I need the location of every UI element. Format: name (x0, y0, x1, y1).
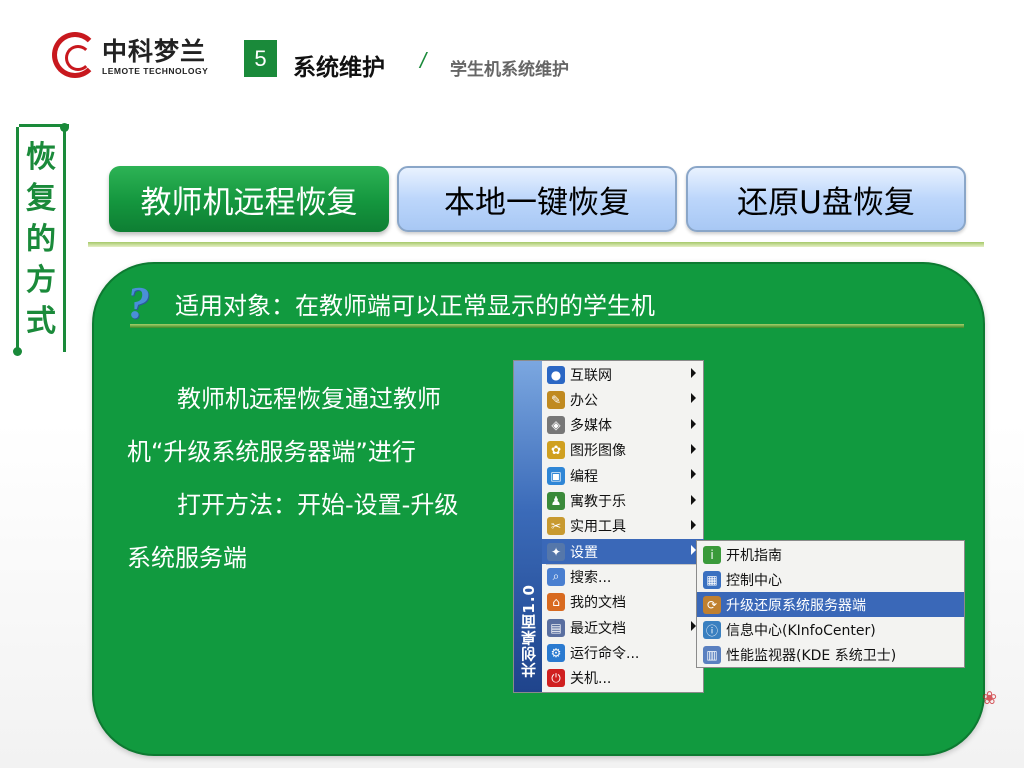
side-section-label: 恢复的方式 (13, 123, 69, 356)
submenu-arrow-icon (691, 469, 696, 480)
settings-submenu-item[interactable]: i 开机指南 (697, 542, 964, 567)
submenu-arrow-icon (691, 519, 696, 530)
submenu-arrow-icon (691, 494, 696, 505)
start-menu-item-label: 图形图像 (570, 443, 626, 460)
start-menu-item-label: 设置 (570, 544, 598, 561)
start-menu-item-label: 最近文档 (570, 620, 626, 637)
multimedia-icon: ◈ (547, 416, 565, 435)
start-menu-item-label: 编程 (570, 468, 598, 485)
settings-submenu-item-label: 信息中心(KInfoCenter) (726, 623, 876, 640)
start-menu-item[interactable]: ▣ 编程 (542, 463, 704, 488)
start-menu-item[interactable]: ⏻ 关机... (542, 666, 704, 691)
start-menu-item[interactable]: ⌂ 我的文档 (542, 590, 704, 615)
subject-underline (130, 324, 964, 328)
info-center-icon: ⓘ (703, 621, 721, 640)
tab-usb-restore-recovery[interactable]: 还原U盘恢复 (686, 166, 966, 232)
breadcrumb-subtitle: 学生机系统维护 (450, 60, 569, 80)
side-label-char: 方 (26, 263, 56, 298)
performance-monitor-icon: ▥ (703, 646, 721, 665)
start-menu-item[interactable]: ⌕ 搜索... (542, 564, 704, 589)
wrench-icon: ✦ (547, 542, 565, 561)
tab-label: 本地一键恢复 (444, 184, 630, 221)
documents-icon: ▤ (547, 618, 565, 637)
description-text: 教师机远程恢复通过教师机“升级系统服务器端”进行 打开方法：开始-设置-升级系统… (127, 373, 472, 585)
tab-teacher-remote-recovery[interactable]: 教师机远程恢复 (109, 166, 389, 232)
settings-submenu-item[interactable]: ⟳ 升级还原系统服务器端 (697, 592, 964, 618)
settings-submenu-item[interactable]: ⓘ 信息中心(KInfoCenter) (697, 618, 964, 643)
programming-icon: ▣ (547, 466, 565, 485)
submenu-arrow-icon (691, 393, 696, 404)
settings-submenu-item[interactable]: ▥ 性能监视器(KDE 系统卫士) (697, 643, 964, 668)
run-icon: ⚙ (547, 643, 565, 662)
submenu-arrow-icon (691, 418, 696, 429)
home-icon: ⌂ (547, 593, 565, 612)
office-icon: ✎ (547, 390, 565, 409)
start-menu-item-label: 运行命令... (570, 645, 640, 662)
side-label-text: 恢复的方式 (19, 137, 63, 342)
start-menu-item[interactable]: ● 互联网 (542, 362, 704, 387)
chapter-title: 系统维护 (293, 55, 385, 81)
graphics-icon: ✿ (547, 441, 565, 460)
question-mark-icon: ? (127, 277, 150, 328)
tab-label: 还原U盘恢复 (737, 184, 915, 221)
start-menu-item[interactable]: ♟ 寓教于乐 (542, 489, 704, 514)
settings-submenu-item-label: 开机指南 (726, 547, 782, 564)
power-icon: ⏻ (547, 669, 565, 688)
paragraph-open-method: 打开方法：开始-设置-升级系统服务端 (127, 479, 472, 585)
logo-english-name: LEMOTE TECHNOLOGY (102, 66, 209, 76)
start-menu-item[interactable]: ▤ 最近文档 (542, 615, 704, 640)
control-center-icon: ▦ (703, 570, 721, 589)
breadcrumb-separator: / (420, 48, 427, 73)
start-menu-item[interactable]: ⚙ 运行命令... (542, 640, 704, 665)
corner-decoration-icon: ❀ (982, 688, 998, 709)
submenu-arrow-icon (691, 443, 696, 454)
start-menu-item-label: 实用工具 (570, 519, 626, 536)
tab-divider (88, 242, 984, 247)
company-logo: 中科梦兰 LEMOTE TECHNOLOGY (52, 30, 237, 84)
education-icon: ♟ (547, 492, 565, 510)
start-menu-item[interactable]: ✎ 办公 (542, 387, 704, 412)
start-menu-item-label: 搜索... (570, 569, 612, 586)
start-menu: 共创桌面1.0 ● 互联网 ✎ 办公 ◈ 多媒体 ✿ 图形图像 ▣ 编程 ♟ 寓教于乐 ✂ 实用工具 ✦ 设置… (513, 360, 704, 693)
start-menu-item-label: 办公 (570, 392, 598, 409)
upgrade-server-icon: ⟳ (703, 595, 721, 614)
side-label-top-bar (19, 124, 69, 127)
guide-icon: i (703, 545, 721, 564)
tab-local-one-key-recovery[interactable]: 本地一键恢复 (397, 166, 677, 232)
submenu-arrow-icon (691, 368, 696, 378)
start-menu-item-label: 我的文档 (570, 595, 626, 612)
applicable-subject-text: 适用对象：在教师端可以正常显示的的学生机 (175, 292, 655, 320)
start-menu-item[interactable]: ✂ 实用工具 (542, 514, 704, 539)
start-menu-item[interactable]: ◈ 多媒体 (542, 413, 704, 438)
settings-submenu-item[interactable]: ▦ 控制中心 (697, 567, 964, 592)
settings-submenu: i 开机指南 ▦ 控制中心 ⟳ 升级还原系统服务器端 ⓘ 信息中心(KInfoCenter) ▥… (696, 540, 965, 668)
start-menu-item-label: 多媒体 (570, 418, 612, 435)
settings-submenu-item-label: 升级还原系统服务器端 (726, 597, 866, 614)
side-label-char: 复 (26, 181, 56, 216)
globe-icon: ● (547, 365, 565, 384)
settings-submenu-item-label: 控制中心 (726, 572, 782, 589)
logo-swirl-icon (52, 32, 98, 78)
start-menu-item-label: 互联网 (570, 367, 612, 384)
tab-label: 教师机远程恢复 (140, 184, 358, 221)
paragraph2-text: 打开方法：开始-设置-升级系统服务端 (127, 491, 459, 572)
side-label-char: 的 (26, 222, 56, 257)
start-menu-item-label: 寓教于乐 (570, 494, 626, 510)
start-menu-item[interactable]: ✦ 设置 (542, 539, 704, 565)
chapter-number-badge: 5 (244, 40, 277, 77)
settings-submenu-item-label: 性能监视器(KDE 系统卫士) (726, 648, 897, 665)
start-menu-side-strip: 共创桌面1.0 (514, 361, 542, 692)
side-label-char: 恢 (26, 140, 56, 175)
paragraph-remote-recovery: 教师机远程恢复通过教师机“升级系统服务器端”进行 (127, 373, 472, 479)
search-icon: ⌕ (547, 567, 565, 586)
start-menu-item-label: 关机... (570, 671, 612, 688)
start-menu-strip-label: 共创桌面1.0 (520, 584, 538, 678)
paragraph1-text: 教师机远程恢复通过教师机“升级系统服务器端”进行 (127, 385, 441, 466)
tools-icon: ✂ (547, 517, 565, 536)
logo-chinese-name: 中科梦兰 (102, 37, 207, 66)
start-menu-item[interactable]: ✿ 图形图像 (542, 438, 704, 463)
side-label-char: 式 (26, 304, 56, 339)
